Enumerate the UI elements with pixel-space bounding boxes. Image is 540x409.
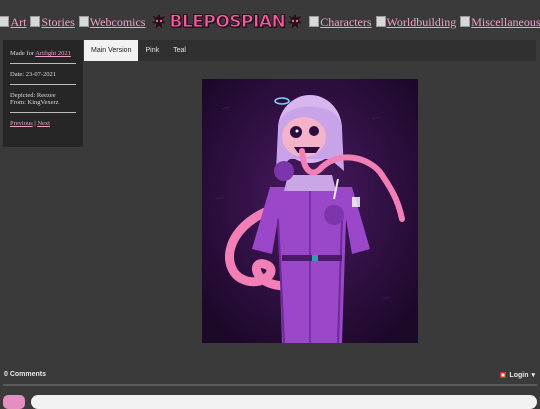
avatar — [3, 395, 25, 409]
artfight-link[interactable]: Artfight 2021 — [35, 50, 71, 57]
next-link[interactable]: Next — [37, 120, 50, 127]
broken-image-icon — [0, 15, 10, 27]
broken-image-icon — [30, 15, 41, 27]
nav-link-label: Art — [10, 14, 27, 29]
nav-link-label: Miscellaneous — [471, 14, 540, 29]
spiky-mascot-icon — [151, 13, 168, 31]
nav-link-label: Webcomics — [89, 14, 146, 29]
depicted-line: Depicted: Reezee — [10, 92, 56, 99]
divider — [10, 112, 76, 113]
nav-link-label: Characters — [320, 14, 372, 29]
nav-link-worldbuilding[interactable]: Worldbuilding — [375, 14, 457, 30]
nav-link-miscellaneous[interactable]: Miscellaneous — [460, 15, 540, 30]
divider — [10, 84, 76, 85]
made-for-line: Made for Artfight 2021 — [10, 50, 77, 57]
date-line: Date: 23-07-2021 — [10, 71, 57, 78]
broken-image-icon — [375, 15, 386, 27]
nav-link-label: Stories — [41, 14, 75, 29]
login-button[interactable]: Login ▾ — [500, 371, 535, 379]
nav-link-art[interactable]: Art — [0, 15, 26, 30]
version-tabs: Main Version Pink Teal — [84, 40, 536, 61]
comments-count: 0 Comments — [4, 371, 47, 378]
character-illustration — [202, 79, 418, 344]
broken-image-icon — [460, 15, 471, 27]
login-label: Login — [509, 371, 529, 379]
broken-image-icon — [78, 15, 89, 27]
tab-pink[interactable]: Pink — [138, 40, 166, 61]
site-logo[interactable]: BLEPOSPIAN — [151, 12, 304, 33]
pagination-line: Previous | Next — [10, 120, 77, 127]
login-icon — [500, 372, 507, 378]
spiky-mascot-icon — [287, 13, 304, 31]
top-navigation: Art Stories Webcomics BLEPOSPIAN Charact… — [0, 8, 540, 36]
broken-image-icon — [309, 15, 320, 27]
tab-main-version[interactable]: Main Version — [84, 40, 139, 61]
nav-link-webcomics[interactable]: Webcomics — [78, 14, 146, 30]
previous-link[interactable]: Previous — [10, 120, 33, 127]
divider — [10, 63, 76, 64]
nav-link-characters[interactable]: Characters — [309, 14, 372, 30]
artwork-image — [202, 79, 418, 344]
artwork-info-sidebar: Made for Artfight 2021 Date: 23-07-2021 … — [3, 40, 83, 147]
comment-input[interactable] — [31, 395, 537, 409]
logo-wordmark: BLEPOSPIAN — [169, 12, 286, 33]
nav-link-label: Worldbuilding — [386, 14, 457, 29]
chevron-down-icon: ▾ — [531, 372, 535, 379]
comments-header: 0 Comments Login ▾ — [3, 368, 537, 386]
made-for-prefix: Made for — [10, 50, 36, 57]
from-line: From: KingVexerz — [10, 99, 59, 106]
tab-teal[interactable]: Teal — [166, 40, 193, 61]
nav-link-stories[interactable]: Stories — [30, 14, 75, 30]
